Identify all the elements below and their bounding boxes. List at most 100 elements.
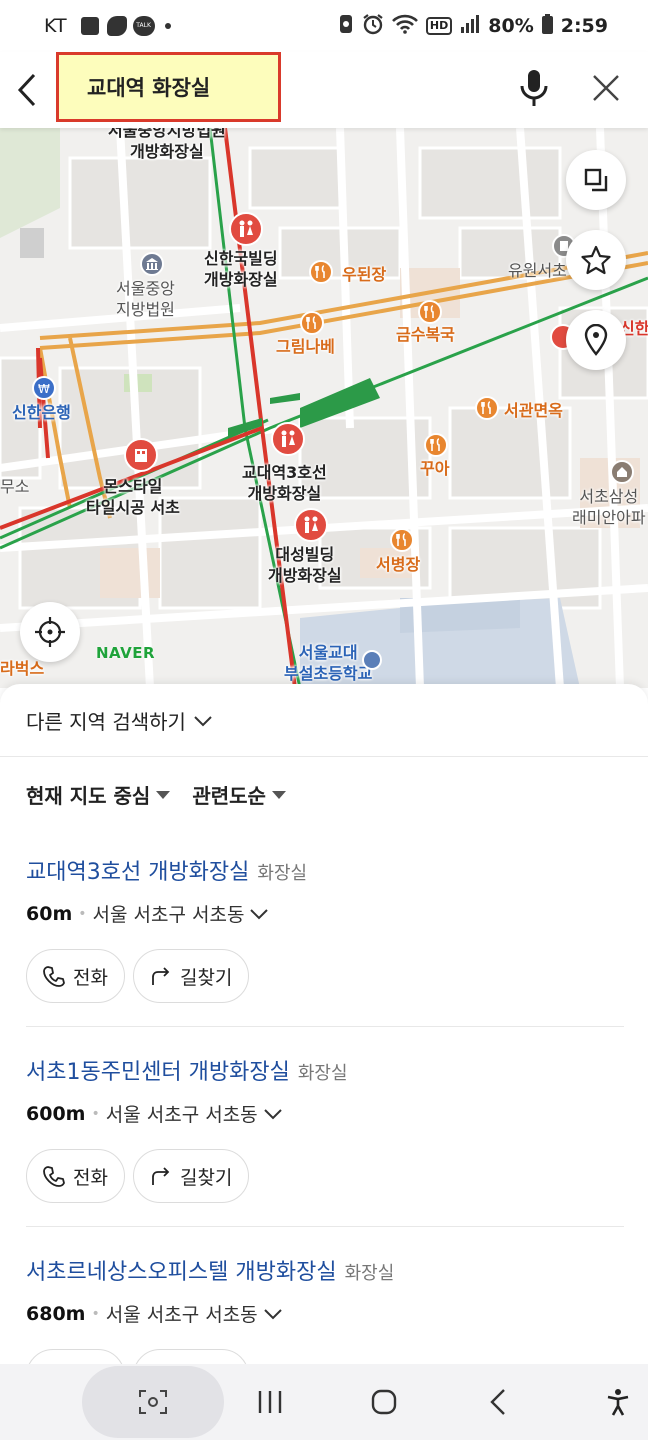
court-pin-icon[interactable] (140, 252, 164, 276)
restroom-pin-icon[interactable] (271, 422, 305, 456)
other-region-search[interactable]: 다른 지역 검색하기 (26, 706, 212, 735)
result-name[interactable]: 서초1동주민센터 개방화장실 (26, 1054, 290, 1086)
row-divider (26, 1026, 624, 1027)
call-label: 전화 (73, 1166, 108, 1189)
pill-notification-icon (106, 16, 127, 36)
directions-label: 길찾기 (179, 1166, 233, 1189)
call-button[interactable]: 전화 (26, 1149, 125, 1203)
result-address[interactable]: 서울 서초구 서초동 (106, 1300, 258, 1327)
phone-icon (43, 966, 65, 987)
search-input[interactable]: 교대역 화장실 (56, 52, 281, 122)
result-item[interactable]: 서초1동주민센터 개방화장실 화장실 600m • 서울 서초구 서초동 전화 … (26, 1054, 624, 1254)
result-title: 서초1동주민센터 개방화장실 화장실 (26, 1054, 624, 1086)
clear-button[interactable] (584, 66, 628, 110)
separator-dot: • (91, 1105, 100, 1122)
directions-label: 길찾기 (179, 966, 233, 989)
status-right: HD 80% 2:59 (338, 13, 608, 40)
result-item[interactable]: 서초르네상스오피스텔 개방화장실 화장실 680m • 서울 서초구 서초동 전… (26, 1254, 624, 1364)
map-label-office[interactable]: 무소 (0, 476, 29, 497)
map-label-geumsubokguk[interactable]: 금수복국 (396, 324, 455, 345)
restaurant-pin-icon[interactable] (300, 311, 324, 335)
row-divider (26, 1226, 624, 1227)
location-pin-button[interactable] (566, 310, 626, 370)
result-actions: 전화 길찾기 (26, 1149, 624, 1203)
hd-voice-badge: HD (425, 17, 453, 35)
back-button[interactable] (0, 52, 54, 128)
result-meta: 600m • 서울 서초구 서초동 (26, 1100, 624, 1127)
back-arrow-icon (490, 1389, 505, 1415)
battery-icon (541, 13, 553, 39)
result-category: 화장실 (297, 1063, 348, 1084)
voice-search-button[interactable] (512, 66, 556, 110)
map-label-court[interactable]: 서울중앙 지방법원 (116, 278, 175, 320)
map-label-school[interactable]: 서울교대 부설초등학교 (284, 642, 372, 684)
battery-percent: 80% (488, 15, 534, 37)
restroom-pin-icon[interactable] (294, 508, 328, 542)
phone-icon (43, 1166, 65, 1187)
map-label-woodoenjang[interactable]: 우된장 (342, 264, 386, 285)
call-button[interactable]: 전화 (26, 949, 125, 1003)
map-label-court-restroom[interactable]: 서울중앙지방법원 개방화장실 (108, 128, 226, 162)
result-address[interactable]: 서울 서초구 서초동 (106, 1100, 258, 1127)
location-pin-icon (584, 324, 608, 356)
directions-button[interactable]: 길찾기 (132, 1349, 250, 1364)
map-view[interactable]: 서울중앙지방법원 개방화장실 신한국빌딩 개방화장실 우된장 서울중앙 지방법원… (0, 128, 648, 688)
chevron-down-icon (194, 715, 212, 726)
restaurant-pin-icon[interactable] (418, 300, 442, 324)
home-icon (371, 1389, 397, 1415)
map-label-grimnabe[interactable]: 그림나베 (276, 336, 335, 357)
map-label-daesung[interactable]: 대성빌딩 개방화장실 (268, 544, 342, 586)
sort-filter[interactable]: 관련도순 (192, 780, 286, 809)
result-address[interactable]: 서울 서초구 서초동 (93, 900, 245, 927)
chevron-down-icon[interactable] (263, 1108, 282, 1120)
school-pin-icon[interactable] (362, 650, 382, 670)
map-label-monstyle[interactable]: 몬스타일 타일시공 서초 (86, 476, 180, 518)
favorites-button[interactable] (566, 230, 626, 290)
close-icon (593, 75, 619, 101)
wifi-icon (391, 14, 418, 39)
result-name[interactable]: 서초르네상스오피스텔 개방화장실 (26, 1254, 337, 1286)
result-name[interactable]: 교대역3호선 개방화장실 (26, 854, 249, 886)
restaurant-pin-icon[interactable] (309, 260, 333, 284)
naver-logo: NAVER (96, 644, 156, 662)
map-label-seobyeongjang[interactable]: 서병장 (376, 554, 420, 575)
map-label-kkua[interactable]: 꾸아 (420, 458, 449, 479)
map-label-shinhan-building[interactable]: 신한국빌딩 개방화장실 (204, 248, 278, 290)
result-item[interactable]: 교대역3호선 개방화장실 화장실 60m • 서울 서초구 서초동 전화 길찾기 (26, 854, 624, 1054)
layers-button[interactable] (566, 150, 626, 210)
map-label-seogwan[interactable]: 서관면옥 (504, 400, 563, 421)
other-region-label: 다른 지역 검색하기 (26, 710, 186, 734)
accessibility-button[interactable] (596, 1364, 640, 1440)
map-label-gyodae-station[interactable]: 교대역3호선 개방화장실 (242, 462, 327, 504)
map-label-yuwon[interactable]: 유원서초 (508, 260, 567, 281)
restaurant-pin-icon[interactable] (475, 396, 499, 420)
call-button[interactable]: 전화 (26, 1349, 125, 1364)
app-root: KT TALK HD 80% 2:59 교대역 화장실 서울중앙지방법원 개방화… (0, 0, 648, 1440)
result-distance: 60m (26, 902, 73, 925)
home-button[interactable] (354, 1364, 414, 1440)
directions-button[interactable]: 길찾기 (132, 949, 250, 1003)
map-center-filter[interactable]: 현재 지도 중심 (26, 780, 171, 809)
restaurant-pin-icon[interactable] (390, 528, 414, 552)
chevron-down-icon[interactable] (250, 908, 269, 920)
more-notifications-icon (164, 23, 171, 29)
directions-button[interactable]: 길찾기 (132, 1149, 250, 1203)
back-nav-button[interactable] (468, 1364, 528, 1440)
map-label-seocho-raemian[interactable]: 서초삼성 래미안아파 (572, 486, 646, 528)
recent-apps-button[interactable] (240, 1364, 300, 1440)
restaurant-pin-icon[interactable] (424, 433, 448, 457)
apartment-pin-icon[interactable] (610, 460, 634, 484)
result-title: 서초르네상스오피스텔 개방화장실 화장실 (26, 1254, 624, 1286)
map-label-shinhan-bank[interactable]: 신한은행 (12, 402, 71, 423)
store-pin-icon[interactable] (124, 438, 158, 472)
bank-pin-icon[interactable]: ₩ (32, 376, 56, 400)
capture-button[interactable] (82, 1366, 224, 1438)
restroom-pin-icon[interactable] (229, 212, 263, 246)
data-saver-icon (338, 14, 354, 39)
result-category: 화장실 (344, 1263, 395, 1284)
result-category: 화장실 (257, 863, 308, 884)
separator-dot: • (91, 1305, 100, 1322)
map-label-starbucks[interactable]: 라벅스 (0, 658, 44, 679)
chevron-down-icon[interactable] (263, 1308, 282, 1320)
my-location-button[interactable] (20, 602, 80, 662)
